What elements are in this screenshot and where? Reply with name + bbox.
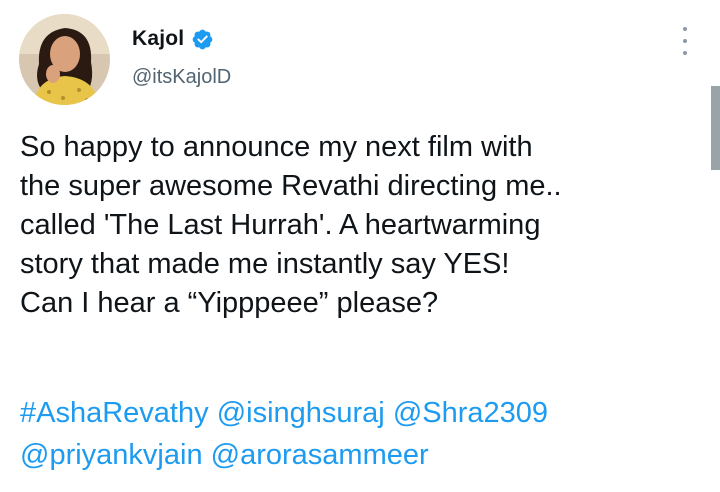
tweet-tags-line: @priyankvjain @arorasammeer [20, 434, 700, 476]
tweet-text-line: So happy to announce my next film with [20, 131, 533, 163]
tweet-tags-line: #AshaRevathy @isinghsuraj @Shra2309 [20, 392, 700, 434]
tweet-text-line: Can I hear a “Yipppeee” please? [20, 287, 439, 319]
avatar[interactable] [19, 14, 110, 105]
profile-photo [19, 14, 110, 105]
more-options-icon[interactable] [675, 27, 695, 55]
author-name-row: Kajol [132, 24, 214, 54]
scrollbar-thumb[interactable] [711, 86, 720, 170]
tweet-tags: #AshaRevathy @isinghsuraj @Shra2309 @pri… [20, 392, 700, 476]
verified-badge-icon [191, 28, 214, 51]
mention-link[interactable]: @isinghsuraj [217, 397, 385, 429]
hashtag-link[interactable]: #AshaRevathy [20, 397, 209, 429]
author-display-name[interactable]: Kajol [132, 27, 184, 51]
tweet-text-line: the super awesome Revathi directing me.. [20, 170, 562, 202]
tweet-text-line: story that made me instantly say YES! [20, 248, 510, 280]
tweet: Kajol @itsKajolD So happy to announce my… [0, 0, 720, 492]
mention-link[interactable]: @Shra2309 [393, 397, 548, 429]
mention-link[interactable]: @priyankvjain [20, 439, 203, 471]
author-handle[interactable]: @itsKajolD [132, 66, 231, 89]
mention-link[interactable]: @arorasammeer [211, 439, 429, 471]
tweet-text-line: called 'The Last Hurrah'. A heartwarming [20, 209, 541, 241]
tweet-text: So happy to announce my next film with t… [20, 128, 700, 323]
